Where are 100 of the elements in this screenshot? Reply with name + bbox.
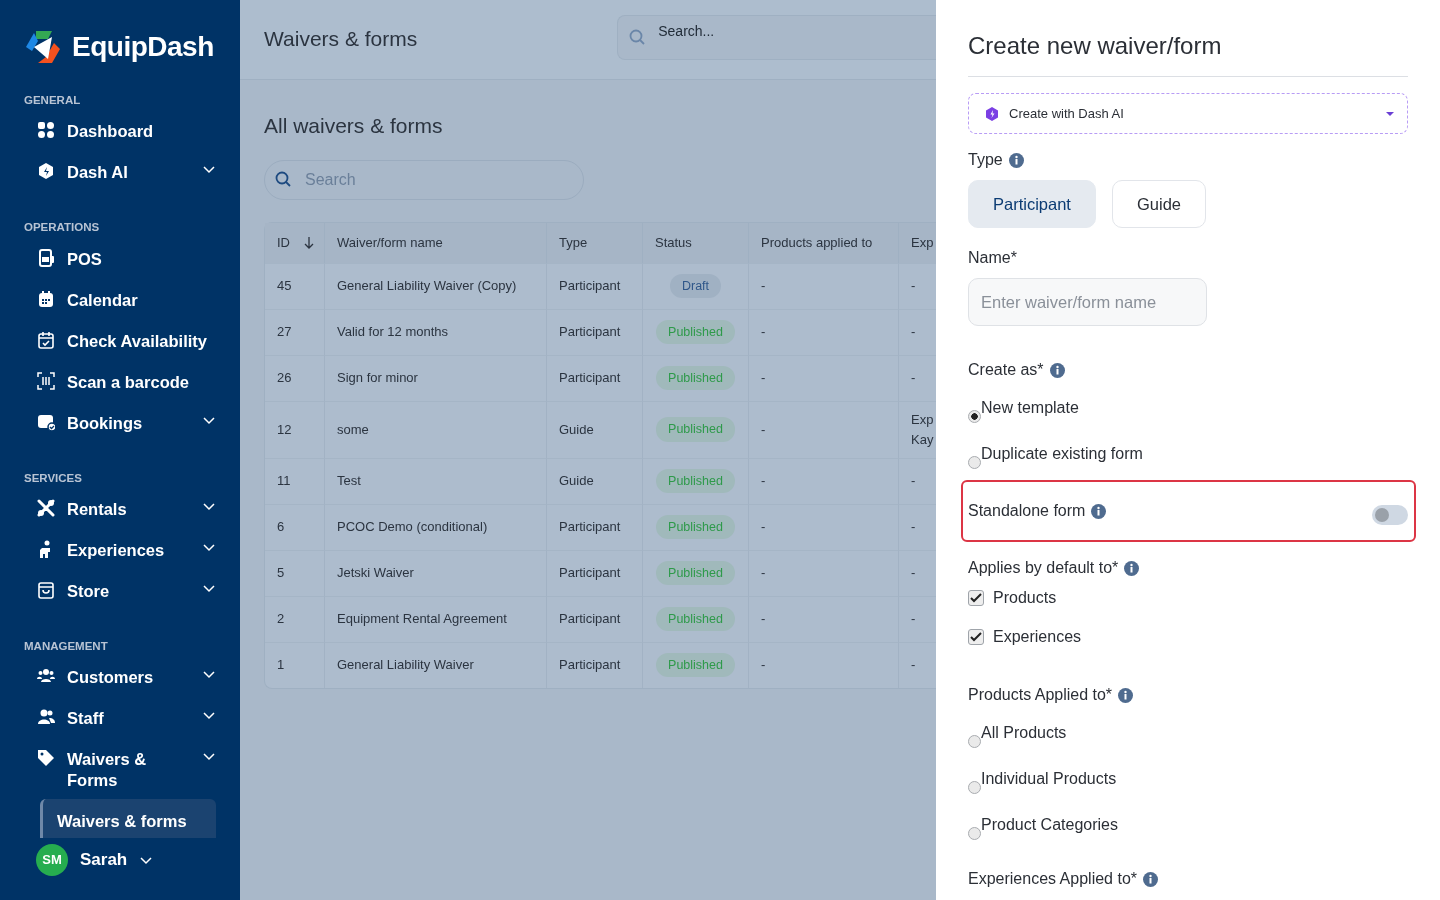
user-name: Sarah — [80, 849, 128, 871]
sort-arrow-icon — [304, 237, 314, 250]
search-field[interactable]: Search — [264, 159, 584, 200]
table-cell: some — [325, 400, 547, 458]
status-badge: Published — [656, 417, 735, 442]
radio-label: Individual Products — [981, 769, 1117, 789]
radio-button[interactable] — [968, 410, 981, 423]
table-cell: 2 — [265, 595, 325, 642]
section-heading: SERVICES — [24, 470, 83, 486]
search-field[interactable]: Search... — [617, 15, 936, 60]
table-cell: - — [749, 354, 899, 401]
type-toggle-button[interactable]: Participant — [968, 180, 1096, 228]
radio-button[interactable] — [968, 456, 981, 469]
nav-item[interactable]: Rentals — [24, 496, 216, 538]
submenu-item[interactable]: Waivers & forms — [40, 799, 216, 838]
tools-icon — [37, 498, 55, 517]
nav-item[interactable]: Staff — [24, 706, 216, 747]
radio-label: Duplicate existing form — [981, 444, 1143, 464]
field-label: Applies by default to* — [968, 558, 1119, 578]
table-cell: 27 — [265, 308, 325, 355]
table-cell: - — [749, 308, 899, 355]
card-reader-icon — [37, 248, 55, 267]
column-header[interactable]: Products applied to — [749, 222, 899, 263]
nav-item[interactable]: Calendar — [24, 287, 216, 329]
column-header[interactable]: ID — [277, 234, 290, 250]
checkbox[interactable] — [968, 629, 984, 645]
section-heading: GENERAL — [24, 93, 82, 108]
ai-dropdown[interactable]: Create with Dash AI — [968, 93, 1408, 134]
table-cell: Equipment Rental Agreement — [325, 595, 547, 642]
radio-label: All Products — [981, 723, 1067, 743]
nav-item[interactable]: Experiences — [24, 537, 216, 579]
table-cell: Valid for 12 months — [325, 308, 547, 355]
status-badge: Published — [656, 560, 735, 586]
checkbox[interactable] — [968, 590, 984, 606]
hexagon-icon — [985, 106, 999, 121]
nav-item[interactable]: Dashboard — [24, 119, 216, 161]
search-icon — [275, 170, 293, 189]
status-badge: Published — [656, 652, 735, 678]
user-pair-icon — [37, 708, 55, 726]
section-heading: MANAGEMENT — [24, 638, 109, 654]
toggle-switch[interactable] — [1372, 505, 1408, 525]
column-header[interactable]: Waiver/form name — [325, 222, 547, 263]
caret-icon — [1385, 110, 1395, 117]
status-badge: Published — [656, 319, 735, 345]
radio-button[interactable] — [968, 827, 981, 840]
status-badge: Draft — [669, 273, 722, 299]
table-cell: - — [749, 503, 899, 550]
column-header[interactable]: Type — [547, 222, 643, 263]
table-cell: Participant — [547, 549, 643, 596]
table-cell: Guide — [547, 400, 643, 458]
type-toggle-button[interactable]: Guide — [1111, 180, 1206, 228]
radio-button[interactable] — [968, 735, 981, 748]
table-cell: Participant — [547, 595, 643, 642]
table-cell: PCOC Demo (conditional) — [325, 503, 547, 550]
brand-name: EquipDash — [72, 30, 214, 64]
column-header[interactable]: Exp — [899, 222, 936, 263]
info-icon — [1008, 152, 1024, 168]
table-cell: Sign for minor — [325, 354, 547, 401]
calendar-badge-icon — [37, 412, 55, 431]
info-icon — [1049, 362, 1065, 378]
table-cell: - — [749, 595, 899, 642]
column-header[interactable]: Status — [643, 222, 749, 263]
radio-label: New template — [981, 398, 1079, 418]
name-field[interactable]: Enter waiver/form name — [968, 278, 1207, 326]
table-cell: Participant — [547, 503, 643, 550]
table-cell: 11 — [265, 457, 325, 504]
table-cell: - — [749, 262, 899, 309]
panel-title: Create new waiver/form — [968, 28, 1408, 77]
avatar: SM — [36, 843, 68, 876]
table-cell: Participant — [547, 262, 643, 309]
nav-item[interactable]: Customers — [24, 665, 216, 706]
table-cell: Participant — [547, 308, 643, 355]
table-cell: Jetski Waiver — [325, 549, 547, 596]
bag-icon — [37, 580, 55, 599]
table-cell: - — [749, 641, 899, 688]
grid-icon — [37, 121, 55, 140]
nav-item[interactable]: Dash AI — [24, 160, 216, 202]
table-cell: - — [749, 549, 899, 596]
nav-item[interactable]: Store — [24, 578, 216, 620]
nav-item[interactable]: Bookings — [24, 410, 216, 452]
section-title: All waivers & forms — [264, 113, 444, 139]
info-icon — [1091, 503, 1107, 519]
chevron-down-icon — [139, 854, 154, 865]
field-label: Experiences Applied to* — [968, 869, 1137, 889]
table-cell: - — [749, 400, 899, 458]
users-icon — [37, 667, 55, 685]
field-label: Name* — [968, 248, 1017, 268]
nav-item[interactable]: Waivers & Forms — [24, 747, 216, 799]
nav-item[interactable]: Check Availability — [24, 328, 216, 370]
nav-item[interactable]: POS — [24, 246, 216, 288]
nav-item[interactable]: Scan a barcode — [24, 369, 216, 411]
table-cell: 5 — [265, 549, 325, 596]
radio-button[interactable] — [968, 781, 981, 794]
table-cell: Test — [325, 457, 547, 504]
table-cell: Guide — [547, 457, 643, 504]
table-cell: General Liability Waiver (Copy) — [325, 262, 547, 309]
field-label: Products Applied to* — [968, 685, 1113, 705]
info-icon — [1124, 560, 1140, 576]
table-cell: General Liability Waiver — [325, 641, 547, 688]
page-title: Waivers & forms — [264, 25, 418, 52]
